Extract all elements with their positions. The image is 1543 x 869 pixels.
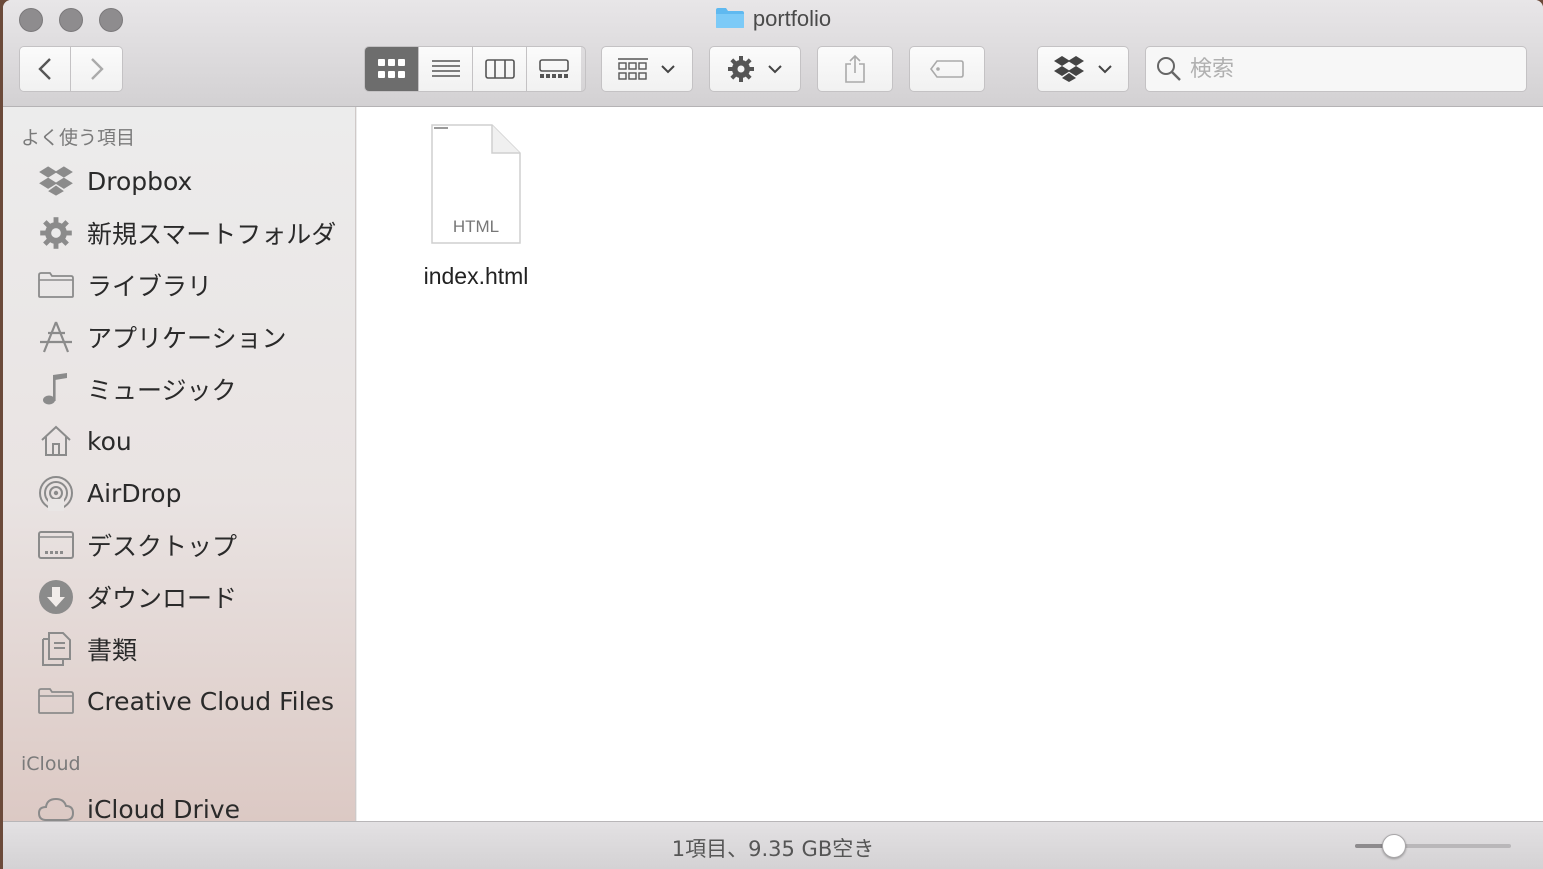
applications-icon xyxy=(37,320,75,354)
search-input[interactable] xyxy=(1190,56,1510,82)
gallery-view-button[interactable] xyxy=(527,47,581,91)
folder-icon xyxy=(715,8,744,28)
share-icon xyxy=(845,54,865,83)
sidebar-item-label: ミュージック xyxy=(87,376,237,405)
tags-button[interactable] xyxy=(909,46,985,92)
column-view-button[interactable] xyxy=(473,47,527,91)
share-button[interactable] xyxy=(817,46,893,92)
toolbar: portfolio xyxy=(3,0,1543,107)
view-mode-control xyxy=(364,46,586,92)
group-by-button[interactable] xyxy=(601,46,693,92)
sidebar-item-label: アプリケーション xyxy=(87,324,287,353)
icon-size-slider[interactable] xyxy=(1355,834,1511,858)
file-browser-area[interactable]: HTML index.html xyxy=(357,107,1543,821)
dropbox-icon xyxy=(1054,56,1084,82)
column-view-icon xyxy=(484,59,515,79)
icon-view-button[interactable] xyxy=(365,47,419,91)
finder-window: portfolio 検索 よく使う項目 Dropbox 新規スマートフォルダ ラ… xyxy=(3,0,1543,869)
file-type-label: HTML xyxy=(452,217,500,236)
sidebar-item-label: Dropbox xyxy=(87,166,193,196)
gear-icon xyxy=(728,56,754,82)
sidebar-heading-favorites: よく使う項目 xyxy=(21,127,136,149)
chevron-down-icon xyxy=(1098,65,1112,74)
sidebar-item-label: ライブラリ xyxy=(87,272,213,301)
html-file-icon: HTML xyxy=(430,123,522,245)
sidebar-item-label: デスクトップ xyxy=(87,532,238,561)
desktop-icon xyxy=(37,528,75,562)
sidebar-item-applications[interactable]: アプリケーション xyxy=(37,315,287,359)
list-view-icon xyxy=(431,60,460,77)
sidebar-item-label: AirDrop xyxy=(87,478,182,508)
gear-icon xyxy=(37,216,75,250)
sidebar-item-library[interactable]: ライブラリ xyxy=(37,263,212,307)
folder-icon xyxy=(37,268,75,302)
sidebar-item-icloud-drive[interactable]: iCloud Drive xyxy=(37,787,240,821)
sidebar-item-smart-folder[interactable]: 新規スマートフォルダ xyxy=(37,211,336,255)
back-button[interactable] xyxy=(20,47,71,91)
window-title-text: portfolio xyxy=(752,6,832,31)
sidebar: よく使う項目 Dropbox 新規スマートフォルダ ライブラリ アプリケーション… xyxy=(3,107,356,821)
airdrop-icon xyxy=(37,476,75,511)
window-title: portfolio xyxy=(3,6,1543,32)
sidebar-item-desktop[interactable]: デスクトップ xyxy=(37,523,237,567)
sidebar-item-downloads[interactable]: ダウンロード xyxy=(37,575,237,619)
sidebar-item-label: iCloud Drive xyxy=(87,794,240,822)
gallery-view-icon xyxy=(539,59,569,78)
sidebar-item-airdrop[interactable]: AirDrop xyxy=(37,471,181,515)
sidebar-item-documents[interactable]: 書類 xyxy=(37,627,137,671)
file-item[interactable]: HTML index.html xyxy=(401,123,551,290)
download-icon xyxy=(37,580,75,614)
dropbox-icon xyxy=(37,164,75,198)
sidebar-item-label: 新規スマートフォルダ xyxy=(87,220,337,249)
back-forward-control xyxy=(19,46,123,92)
search-icon xyxy=(1157,57,1181,81)
chevron-down-icon xyxy=(661,65,675,74)
group-icon xyxy=(618,58,648,80)
chevron-down-icon xyxy=(768,65,782,74)
sidebar-item-home[interactable]: kou xyxy=(37,419,132,463)
icon-size-slider-knob[interactable] xyxy=(1382,834,1406,858)
status-bar: 1項目、9.35 GB空き xyxy=(3,821,1543,869)
chevron-left-icon xyxy=(38,58,51,80)
forward-button[interactable] xyxy=(71,47,122,91)
cloud-icon xyxy=(37,792,75,821)
sidebar-item-creative-cloud-files[interactable]: Creative Cloud Files xyxy=(37,679,334,723)
dropbox-menu-button[interactable] xyxy=(1037,46,1129,92)
folder-icon xyxy=(37,684,75,718)
icon-view-icon xyxy=(377,59,405,78)
music-icon xyxy=(37,372,75,406)
sidebar-item-label: 書類 xyxy=(87,636,138,665)
file-name: index.html xyxy=(423,263,529,289)
chevron-right-icon xyxy=(90,58,104,80)
sidebar-item-label: kou xyxy=(87,426,132,456)
search-field[interactable] xyxy=(1145,46,1527,92)
sidebar-item-music[interactable]: ミュージック xyxy=(37,367,237,411)
action-menu-button[interactable] xyxy=(709,46,801,92)
tag-icon xyxy=(930,60,964,78)
list-view-button[interactable] xyxy=(419,47,473,91)
home-icon xyxy=(37,424,75,458)
documents-icon xyxy=(37,632,75,666)
status-text: 1項目、9.35 GB空き xyxy=(671,837,875,861)
sidebar-heading-icloud: iCloud xyxy=(21,753,81,775)
sidebar-item-label: Creative Cloud Files xyxy=(87,686,334,716)
sidebar-item-dropbox[interactable]: Dropbox xyxy=(37,159,192,203)
sidebar-item-label: ダウンロード xyxy=(87,584,238,613)
